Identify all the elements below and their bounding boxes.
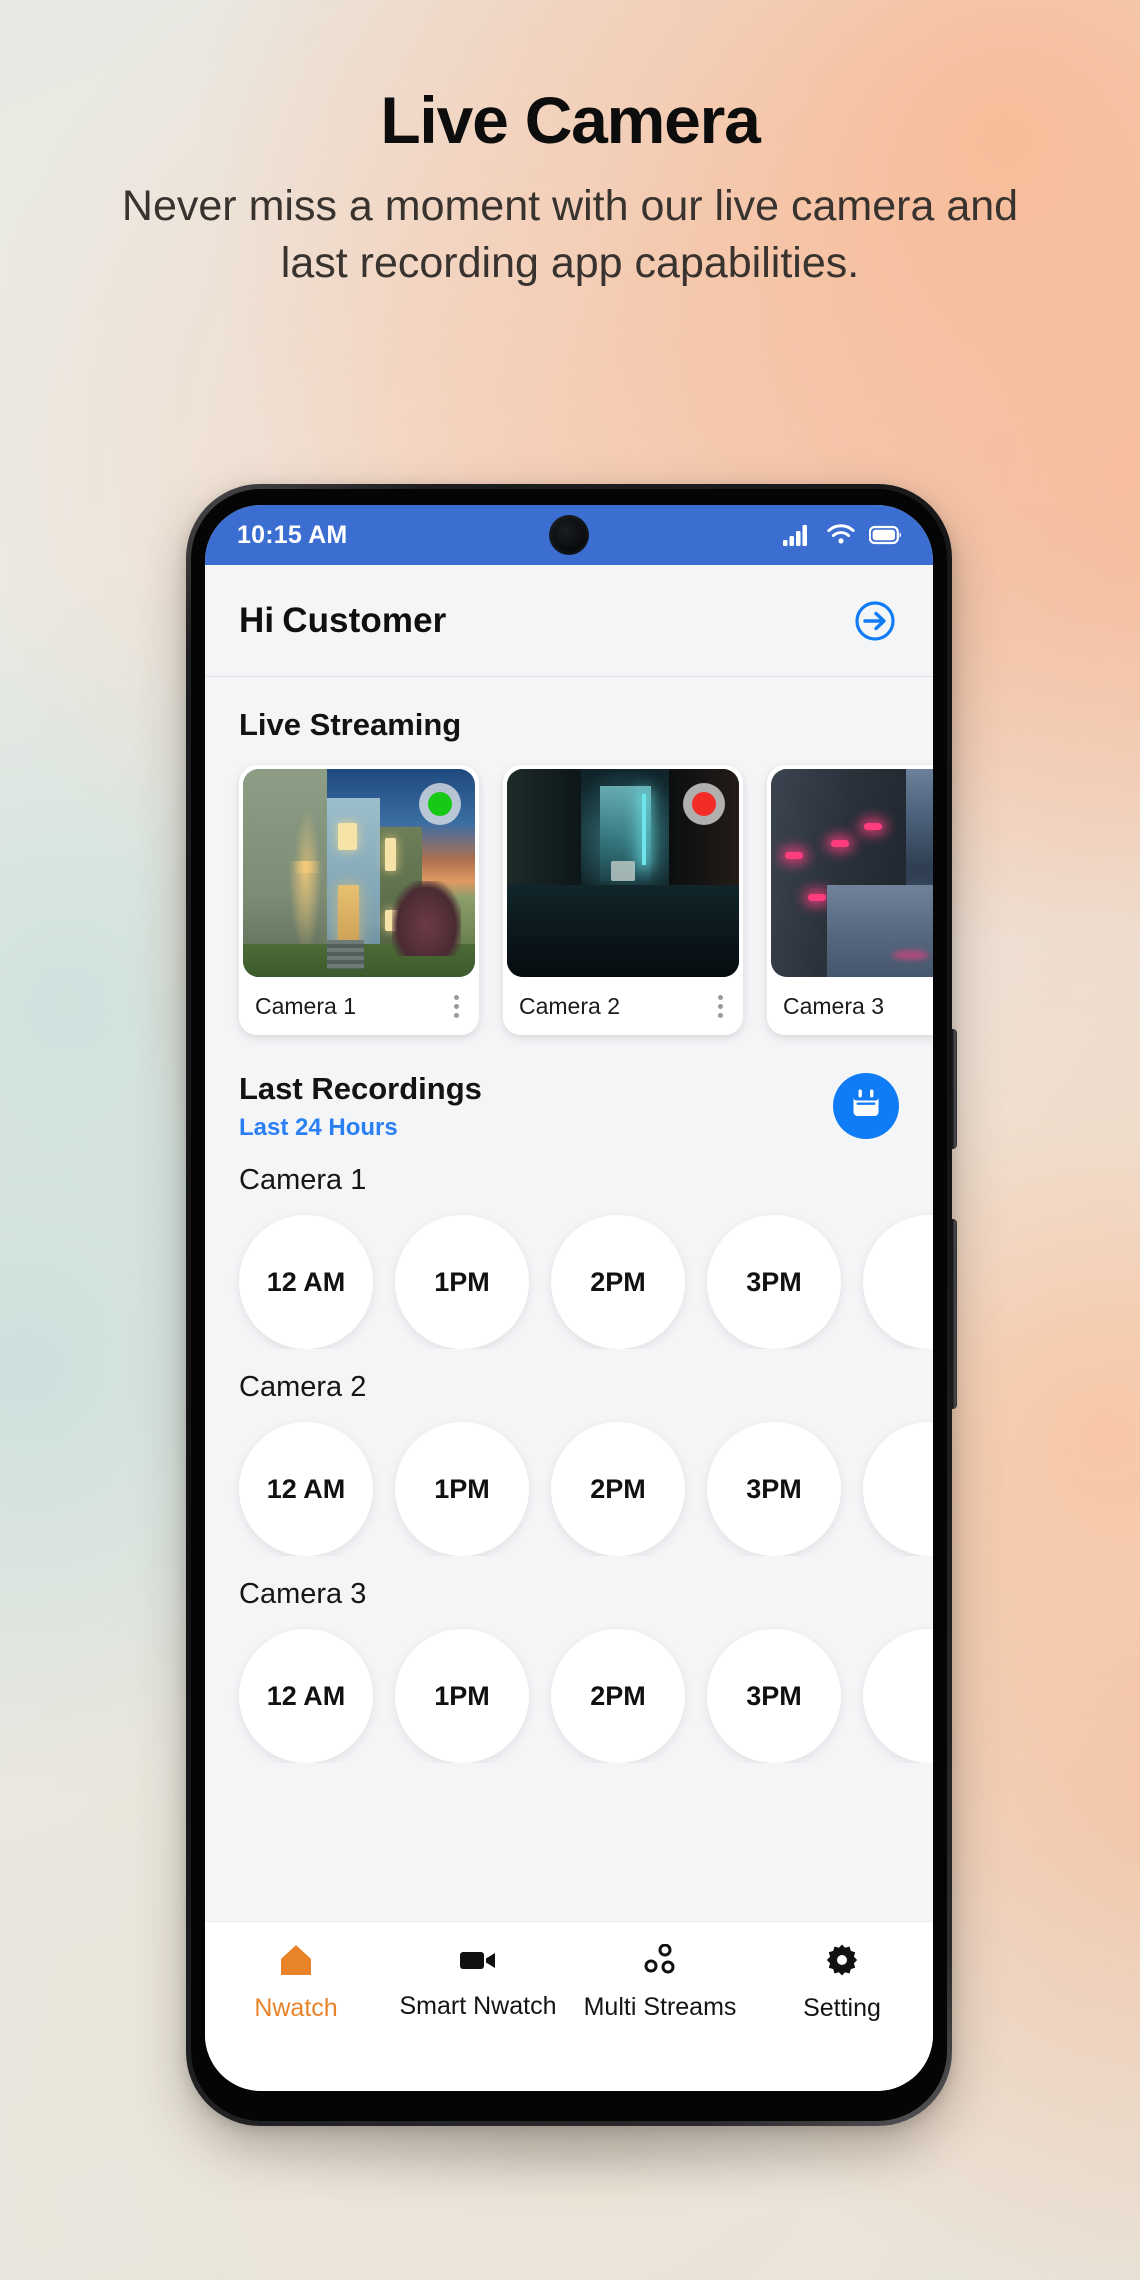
camera-name: Camera 1 (255, 992, 356, 1019)
status-bar-icons (783, 524, 903, 546)
recording-time-pill[interactable]: 2PM (551, 1215, 685, 1349)
nav-label: Nwatch (254, 1993, 338, 2022)
nav-item-multi-streams[interactable]: Multi Streams (569, 1943, 751, 2022)
camera-card[interactable]: Camera 1 (239, 765, 479, 1035)
phone-bezel: 10:15 AM Hi Customer Live Streaming Came… (191, 489, 947, 2121)
last-recordings-subtitle[interactable]: Last 24 Hours (239, 1114, 482, 1142)
nav-item-smart-nwatch[interactable]: Smart Nwatch (387, 1945, 569, 2021)
recording-time-pill-partial[interactable] (863, 1422, 933, 1556)
gear-icon (825, 1943, 859, 1982)
bottom-navigation: Nwatch Smart Nwatch Multi Streams Settin… (205, 1921, 933, 2043)
phone-mockup: 10:15 AM Hi Customer Live Streaming Came… (186, 484, 957, 2126)
recordings-camera-label: Camera 1 (239, 1164, 367, 1196)
recordings-group: Camera 1 12 AM 1PM 2PM 3PM (205, 1164, 933, 1349)
last-recordings-titles: Last Recordings Last 24 Hours (239, 1071, 482, 1142)
recordings-group: Camera 3 12 AM 1PM 2PM 3PM (205, 1578, 933, 1763)
battery-icon (869, 525, 903, 545)
nav-item-nwatch[interactable]: Nwatch (205, 1943, 387, 2023)
camera-3-scene-street (771, 769, 933, 977)
camera-thumbnail (243, 769, 475, 977)
camera-name: Camera 2 (519, 992, 620, 1019)
recordings-camera-label: Camera 2 (239, 1371, 367, 1403)
camera-thumbnail (771, 769, 933, 977)
status-bar-time: 10:15 AM (237, 520, 348, 549)
multi-nodes-icon (643, 1943, 677, 1981)
recording-time-pill[interactable]: 2PM (551, 1629, 685, 1763)
page-title: Live Camera (380, 83, 761, 157)
camera-card[interactable]: Camera 3 (767, 765, 933, 1035)
calendar-button[interactable] (833, 1073, 899, 1139)
calendar-icon (849, 1087, 883, 1126)
camera-card[interactable]: Camera 2 (503, 765, 743, 1035)
greeting-name: Customer (282, 600, 447, 640)
page-subtitle: Never miss a moment with our live camera… (121, 181, 1019, 288)
last-recordings-title: Last Recordings (239, 1071, 482, 1106)
phone-screen: 10:15 AM Hi Customer Live Streaming Came… (205, 505, 933, 2091)
recording-time-pill-partial[interactable] (863, 1215, 933, 1349)
volume-button[interactable] (952, 1219, 957, 1409)
recordings-time-rail[interactable]: 12 AM 1PM 2PM 3PM (205, 1197, 933, 1349)
more-vertical-icon[interactable] (714, 989, 727, 1024)
recording-time-pill[interactable]: 12 AM (239, 1422, 373, 1556)
greeting-text: Hi Customer (239, 601, 446, 641)
nav-item-setting[interactable]: Setting (751, 1943, 933, 2023)
app-content: Live Streaming Camera 1 Camera 2 Camera … (205, 677, 933, 1921)
recording-time-pill[interactable]: 1PM (395, 1215, 529, 1349)
video-camera-icon (458, 1945, 498, 1980)
app-header: Hi Customer (205, 565, 933, 677)
recording-time-pill[interactable]: 12 AM (239, 1215, 373, 1349)
recording-time-pill[interactable]: 1PM (395, 1629, 529, 1763)
home-icon (278, 1943, 314, 1982)
more-vertical-icon[interactable] (450, 989, 463, 1024)
logout-arrow-circle-icon (851, 600, 899, 649)
front-camera-punch-hole (549, 515, 589, 555)
nav-label: Setting (803, 1993, 881, 2022)
green-dot-icon (428, 792, 452, 816)
hero-section: Live Camera Never miss a moment with our… (0, 83, 1140, 292)
gesture-bar-area (205, 2043, 933, 2091)
signal-icon (783, 524, 813, 546)
camera-card-footer: Camera 3 (767, 977, 933, 1035)
camera-card-footer: Camera 1 (239, 977, 479, 1035)
camera-status-indicator (683, 783, 725, 825)
recording-time-pill[interactable]: 1PM (395, 1422, 529, 1556)
camera-thumbnail (507, 769, 739, 977)
recording-time-pill[interactable]: 2PM (551, 1422, 685, 1556)
logout-button[interactable] (851, 597, 899, 645)
recordings-camera-label: Camera 3 (239, 1578, 367, 1610)
recordings-time-rail[interactable]: 12 AM 1PM 2PM 3PM (205, 1404, 933, 1556)
live-streaming-rail[interactable]: Camera 1 Camera 2 Camera 3 (205, 743, 933, 1051)
red-dot-icon (692, 792, 716, 816)
greeting-hi: Hi (239, 600, 275, 640)
live-streaming-title: Live Streaming (239, 707, 462, 742)
wifi-icon (827, 524, 855, 546)
status-bar: 10:15 AM (205, 505, 933, 565)
recording-time-pill[interactable]: 12 AM (239, 1629, 373, 1763)
recordings-time-rail[interactable]: 12 AM 1PM 2PM 3PM (205, 1611, 933, 1763)
last-recordings-header: Last Recordings Last 24 Hours (205, 1051, 933, 1142)
nav-label: Multi Streams (583, 1992, 737, 2021)
nav-label: Smart Nwatch (399, 1991, 557, 2020)
recording-time-pill[interactable]: 3PM (707, 1215, 841, 1349)
camera-card-footer: Camera 2 (503, 977, 743, 1035)
power-button[interactable] (952, 1029, 957, 1149)
recordings-group: Camera 2 12 AM 1PM 2PM 3PM (205, 1371, 933, 1556)
camera-name: Camera 3 (783, 992, 884, 1019)
camera-status-indicator (419, 783, 461, 825)
recording-time-pill[interactable]: 3PM (707, 1629, 841, 1763)
recording-time-pill-partial[interactable] (863, 1629, 933, 1763)
recording-time-pill[interactable]: 3PM (707, 1422, 841, 1556)
